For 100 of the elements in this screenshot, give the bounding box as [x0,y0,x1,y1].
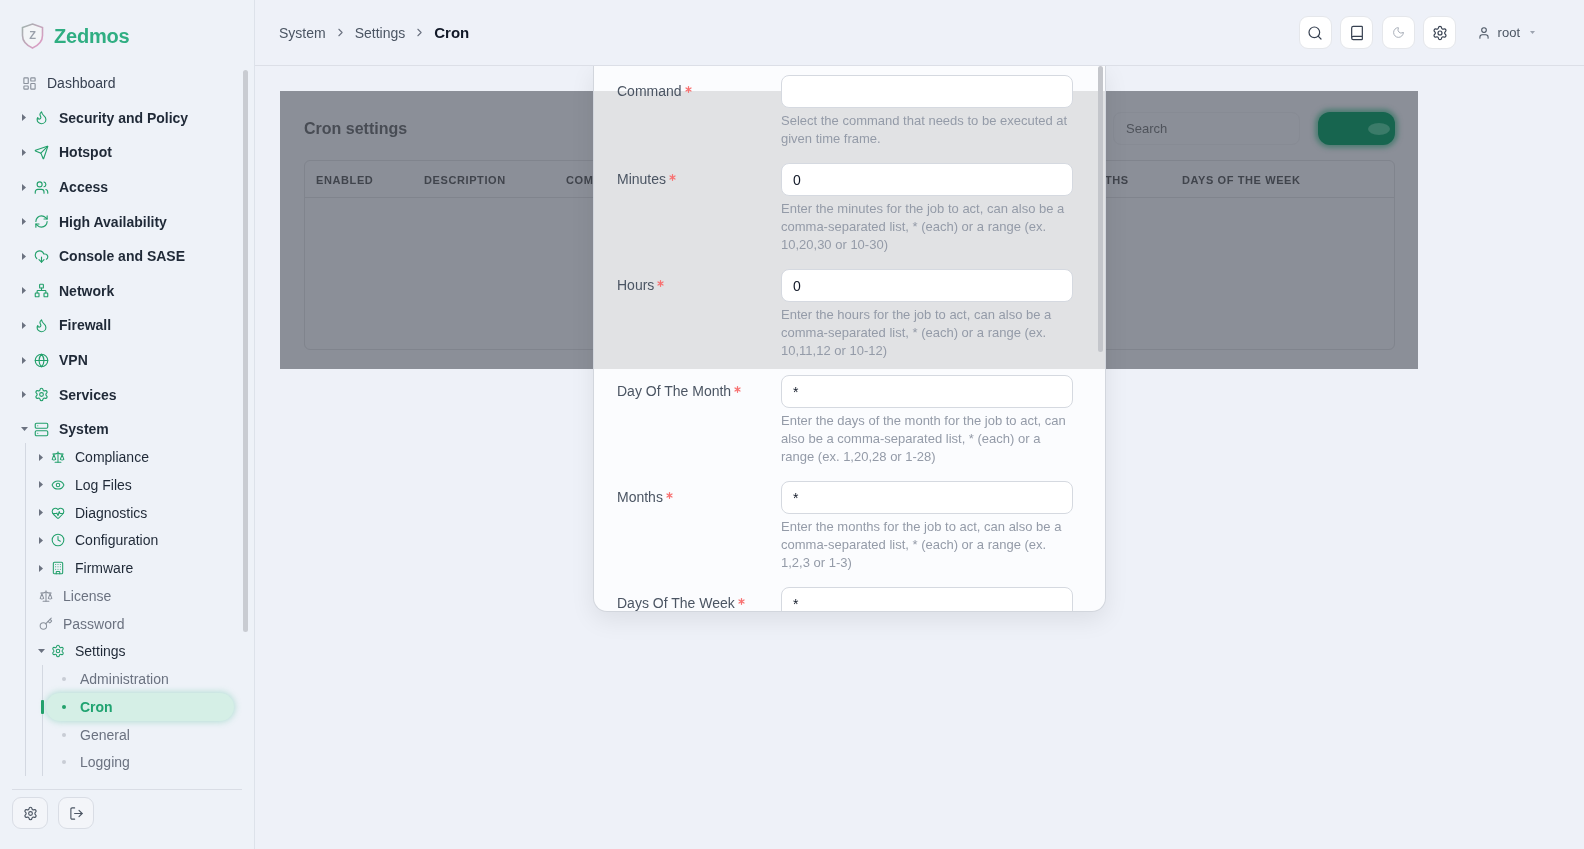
input-field[interactable]: 0 [781,163,1073,196]
sidebar-item[interactable]: Firmware [35,554,234,582]
sidebar-item[interactable]: Logging [46,748,234,776]
sidebar-item[interactable]: Dashboard [18,66,234,101]
page-title: Cron [434,24,470,41]
caret-right-icon[interactable] [22,391,26,399]
search-icon [1307,24,1324,41]
caret-right-icon[interactable] [22,321,26,329]
docs-button[interactable] [1340,16,1374,49]
help-text: Enter the months for the job to act, can also be a comma-separated list, * (each) or a range (ex. 1,2,3 or 1-3) [781,518,1063,572]
logout-icon [68,805,84,821]
sidebar-item[interactable]: VPN [18,342,234,378]
caret-right-icon[interactable] [39,453,43,461]
caret-down-icon[interactable] [38,649,45,654]
sidebar-item[interactable]: Password [35,609,234,638]
gear-icon [34,387,49,403]
scrollbar-thumb[interactable] [1098,66,1103,352]
caret-right-icon[interactable] [22,287,26,295]
field-label: Days Of The Week [617,594,735,611]
network-icon [34,283,49,299]
refresh-icon [34,214,49,230]
flame-icon [34,110,49,126]
eye-icon [51,477,65,492]
input-field[interactable]: * [781,375,1073,408]
settings-button[interactable] [1423,16,1457,49]
bullet-icon [62,677,66,681]
server-icon [34,421,49,437]
dashboard-grid-icon [22,75,37,91]
caret-right-icon[interactable] [39,481,43,489]
sidebar-item[interactable]: Log Files [35,470,234,499]
sidebar-item[interactable]: High Availability [18,204,234,239]
field-label: Command [617,82,682,101]
scale-icon [51,450,65,464]
sidebar-item[interactable]: Access [18,169,234,205]
sidebar-item[interactable]: Network [18,273,234,309]
sidebar-item[interactable]: Security and Policy [18,100,234,136]
sidebar-item[interactable]: Diagnostics [35,498,234,527]
caret-right-icon[interactable] [22,149,26,156]
building-icon [51,561,65,575]
sidebar-item[interactable]: Configuration [35,526,234,555]
paper-plane-icon [34,145,49,160]
search-button[interactable] [1298,16,1332,49]
caret-right-icon[interactable] [22,114,26,122]
bullet-icon [62,732,66,737]
breadcrumb-link[interactable]: System [279,24,326,41]
user-menu[interactable]: root [1476,21,1535,44]
input-field[interactable]: * [781,587,1073,611]
caret-right-icon[interactable] [22,183,26,191]
caret-right-icon[interactable] [22,356,26,364]
caret-right-icon[interactable] [22,252,26,260]
users-icon [34,179,49,195]
breadcrumb-link[interactable]: Settings [354,24,406,41]
clock-icon [51,533,65,548]
sidebar-item[interactable]: Hotspot [18,135,234,170]
heart-pulse-icon [51,505,65,520]
column-header: DAYS OF THE WEEK [1182,174,1301,186]
field-label: Minutes [617,170,667,189]
search-field[interactable]: Search [1113,112,1300,145]
help-text: Enter the minutes for the job to act, can also be a comma-separated list, * (each) or a range (ex. 10,20,30 or 10-30) [781,200,1066,254]
selection-bar [41,699,44,714]
cloud-download-icon [34,248,49,264]
settings-button[interactable] [12,797,48,829]
book-icon [1348,24,1365,41]
caret-down-icon [1530,31,1535,34]
column-header: DESCRIPTION [424,174,506,186]
scrollbar-thumb[interactable] [243,70,248,632]
brand-name: Zedmos [54,24,130,48]
caret-right-icon[interactable] [39,509,43,516]
field-label: Hours [617,276,655,295]
gear-icon [22,805,38,821]
bullet-icon [62,760,66,765]
caret-down-icon[interactable] [21,427,28,432]
field-label: Months [617,488,663,507]
user-icon [1476,25,1491,40]
help-text: Enter the hours for the job to act, can also be a comma-separated list, * (each) or a range (ex. 10,11,12 or 10-12) [781,306,1053,360]
gear-icon [51,644,65,659]
moon-icon [1391,26,1405,39]
sidebar-item[interactable]: General [46,720,234,749]
gear-icon [1431,24,1448,41]
column-header: COM [566,174,594,186]
field-label: Day Of The Month [617,382,732,401]
input-field[interactable] [781,75,1073,108]
logout-button[interactable] [58,797,94,829]
column-header: THS [1105,174,1129,186]
sidebar-item[interactable]: Settings [35,637,234,666]
sidebar-item[interactable]: Console and SASE [18,238,234,274]
sidebar-item[interactable]: License [35,581,234,610]
flame-icon [34,317,49,333]
shield-logo: Z [21,23,44,49]
input-field[interactable]: * [781,481,1073,514]
input-field[interactable]: 0 [781,269,1073,302]
column-header: ENABLED [316,174,374,186]
sidebar-item[interactable]: Administration [46,665,234,693]
bullet-icon [62,704,66,709]
sidebar-item[interactable]: Services [18,377,234,412]
sidebar-item[interactable]: Firewall [18,308,234,343]
caret-right-icon[interactable] [39,564,43,572]
help-text: Select the command that needs to be executed at given time frame. [781,112,1069,148]
caret-right-icon[interactable] [22,218,26,226]
caret-right-icon[interactable] [39,536,43,544]
